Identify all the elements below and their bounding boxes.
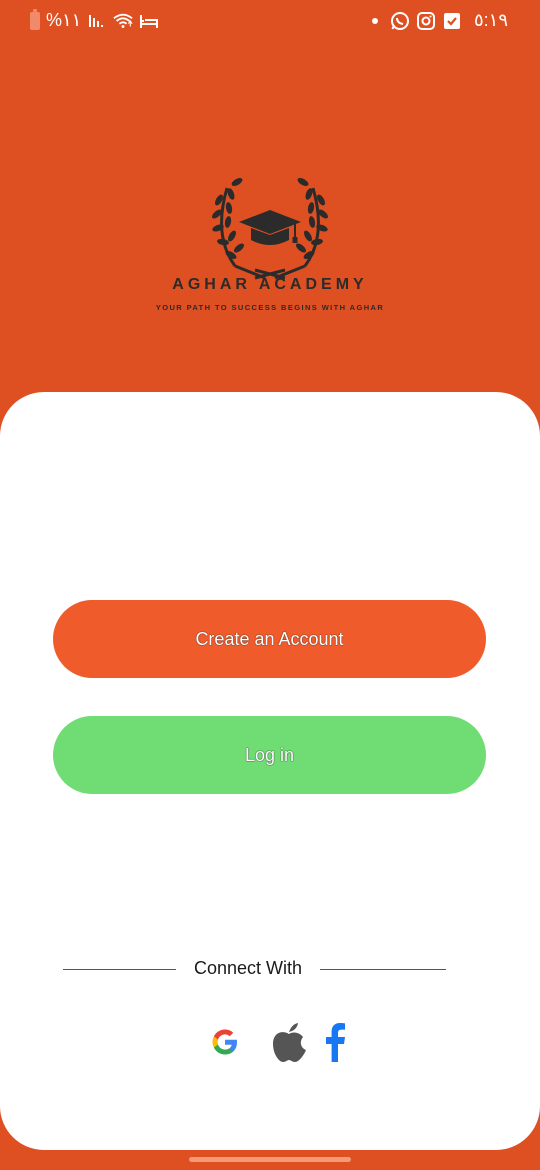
signal-icon	[89, 14, 104, 27]
connect-with-label: Connect With	[193, 958, 303, 978]
bed-icon	[140, 14, 159, 28]
battery-icon	[30, 8, 40, 30]
checkbox-icon	[443, 12, 460, 29]
google-icon	[212, 1029, 237, 1055]
brand-name: AGHAR ACADEMY	[172, 276, 368, 293]
instagram-icon	[416, 11, 435, 30]
divider-line-right	[320, 969, 446, 970]
auth-card: Create an Account Log in Connect With	[0, 392, 540, 1150]
notification-dot-icon	[371, 17, 378, 24]
clock: ٥:١٩	[473, 10, 508, 30]
status-bar-right: ٥:١٩	[371, 10, 508, 31]
status-bar-left: %١١	[30, 8, 159, 31]
social-login-row	[205, 1020, 355, 1066]
apple-login-button[interactable]	[267, 1020, 311, 1064]
wifi-icon	[113, 13, 134, 28]
facebook-login-button[interactable]	[317, 1020, 353, 1064]
battery-percent: %١١	[46, 10, 82, 30]
facebook-icon	[326, 1023, 345, 1062]
divider-line-left	[63, 969, 176, 970]
welcome-screen: %١١ ٥:١٩ AGHAR ACADEMY YOUR PATH TO SUCC…	[0, 0, 540, 1170]
apple-icon	[273, 1023, 306, 1062]
graduation-cap-laurel-icon	[212, 178, 328, 280]
brand-logo: AGHAR ACADEMY YOUR PATH TO SUCCESS BEGIN…	[0, 160, 540, 330]
home-indicator[interactable]	[189, 1157, 351, 1162]
brand-tagline: YOUR PATH TO SUCCESS BEGINS WITH AGHAR	[155, 303, 385, 312]
login-button[interactable]: Log in	[53, 716, 486, 794]
google-login-button[interactable]	[205, 1020, 245, 1064]
status-bar: %١١ ٥:١٩	[0, 0, 540, 44]
connect-with-divider: Connect With	[63, 958, 446, 980]
create-account-button[interactable]: Create an Account	[53, 600, 486, 678]
whatsapp-icon	[390, 11, 409, 30]
